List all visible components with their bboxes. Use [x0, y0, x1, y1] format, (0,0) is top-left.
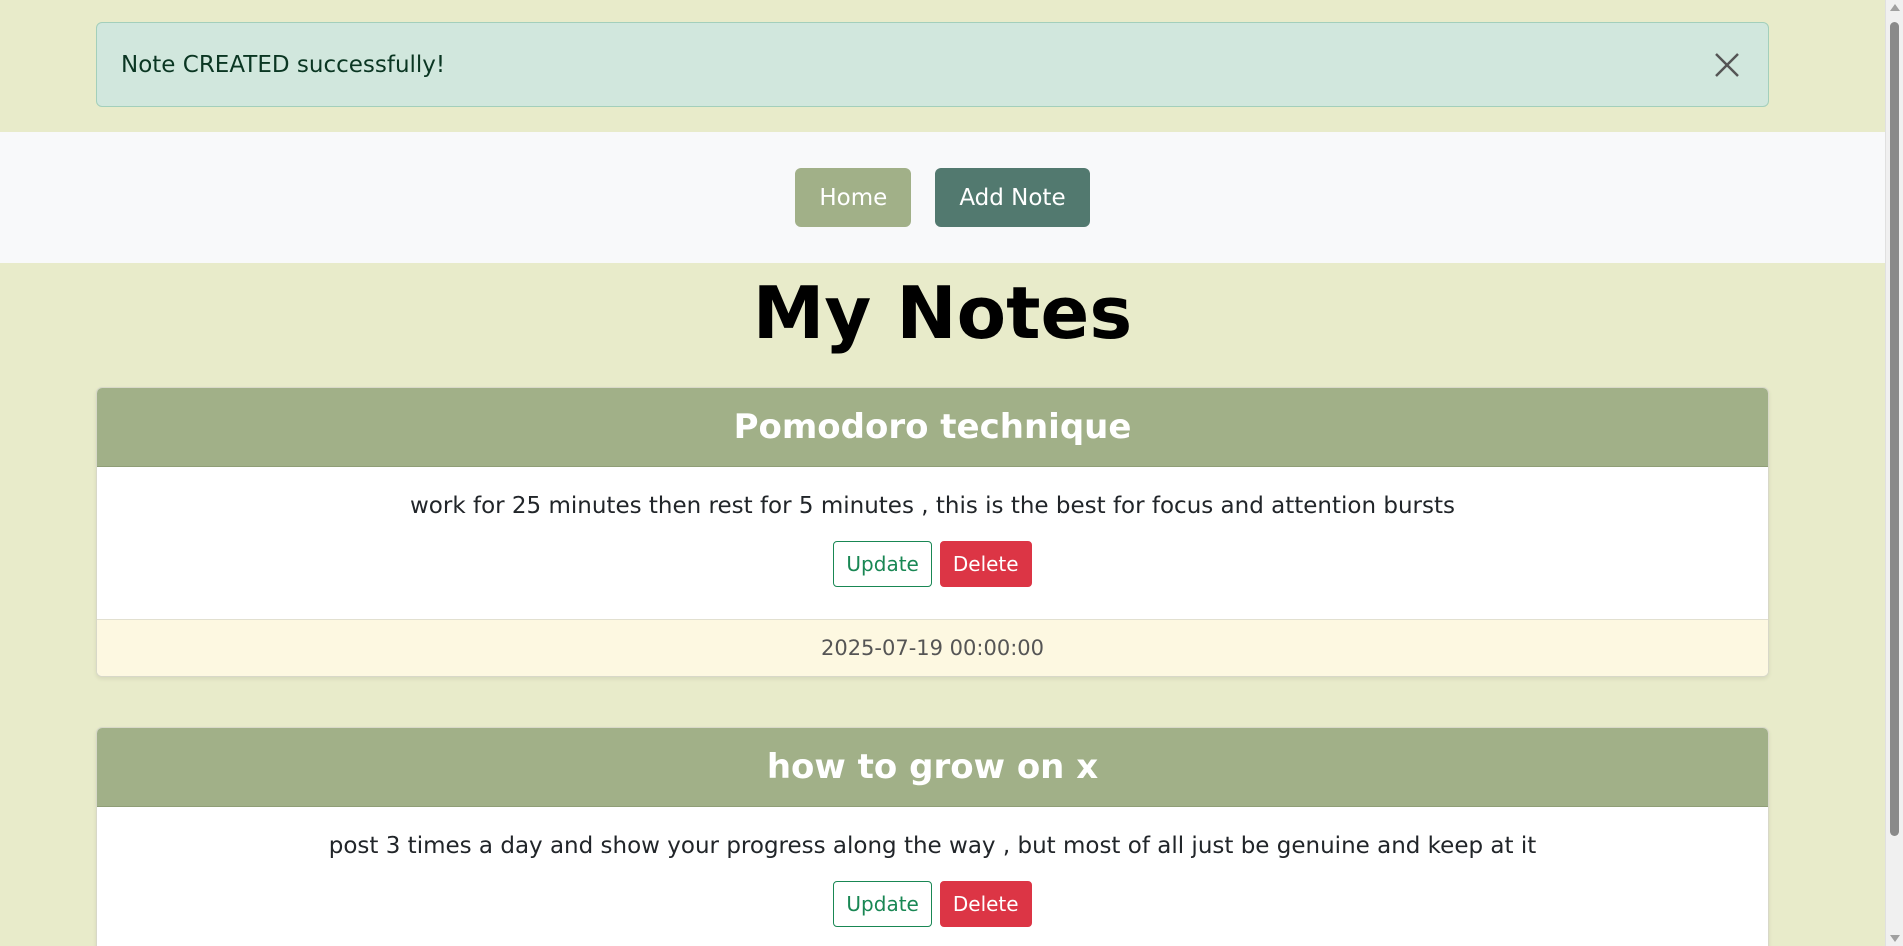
note-timestamp: 2025-07-19 00:00:00 [97, 619, 1768, 676]
note-card: how to grow on x post 3 times a day and … [96, 727, 1769, 946]
vertical-scrollbar[interactable] [1885, 0, 1903, 946]
delete-button[interactable]: Delete [939, 541, 1032, 587]
delete-button[interactable]: Delete [939, 881, 1032, 927]
scroll-down-icon[interactable] [1890, 935, 1900, 942]
add-note-button[interactable]: Add Note [935, 168, 1090, 227]
note-content: work for 25 minutes then rest for 5 minu… [410, 493, 1455, 519]
page-title: My Notes [752, 271, 1133, 355]
alert-message: Note CREATED successfully! [121, 51, 446, 78]
page-viewport: Note CREATED successfully! Home Add Note… [0, 0, 1885, 946]
home-button[interactable]: Home [795, 168, 912, 227]
scroll-up-icon[interactable] [1890, 4, 1900, 11]
note-body: post 3 times a day and show your progres… [97, 807, 1768, 927]
note-body: work for 25 minutes then rest for 5 minu… [97, 467, 1768, 587]
success-alert: Note CREATED successfully! [96, 22, 1769, 107]
note-content: post 3 times a day and show your progres… [328, 833, 1537, 859]
scroll-thumb[interactable] [1890, 22, 1899, 836]
note-actions: Update Delete [97, 541, 1768, 587]
note-actions: Update Delete [97, 881, 1768, 927]
note-title: Pomodoro technique [97, 388, 1768, 467]
note-title: how to grow on x [97, 728, 1768, 807]
update-button[interactable]: Update [833, 881, 932, 927]
update-button[interactable]: Update [833, 541, 932, 587]
note-card: Pomodoro technique work for 25 minutes t… [96, 387, 1769, 677]
close-icon[interactable] [1710, 48, 1744, 82]
navbar: Home Add Note [0, 132, 1885, 263]
